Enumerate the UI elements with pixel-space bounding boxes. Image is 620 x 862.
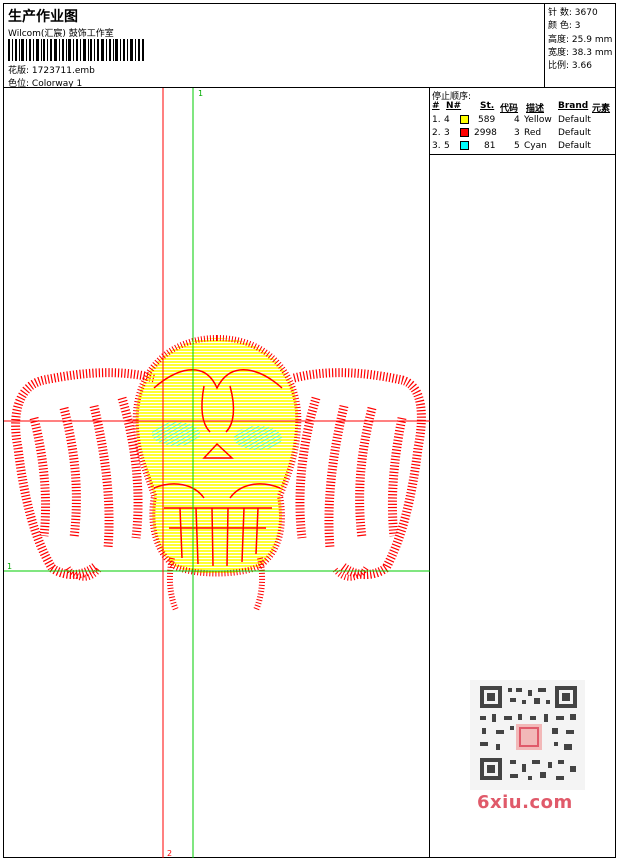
embroidery-preview: 1 1 2 <box>4 88 430 858</box>
col-header: Brand <box>558 101 589 111</box>
row-stitches: 2998 <box>474 128 497 138</box>
design-file: 花版: 1723711.emb <box>8 63 95 76</box>
right-eye <box>234 426 282 450</box>
col-header: N# <box>446 101 462 111</box>
stat-height: 高度: 25.9 mm <box>548 32 612 45</box>
row-needle: 5 <box>444 141 450 151</box>
col-header: 代码 <box>500 104 519 114</box>
row-code: 4 <box>514 115 520 125</box>
stat-value: 3670 <box>574 8 598 18</box>
design-label: 花版: <box>8 66 30 76</box>
row-stitches: 589 <box>478 115 496 125</box>
color-swatch-yellow <box>460 115 469 124</box>
guide-label-bottom: 2 <box>167 849 172 858</box>
left-wing <box>11 368 156 579</box>
table-header: # N# St. 代码 描述 Brand 元素 <box>432 101 615 114</box>
company-name: Wilcom(汇宸) 鼓饰工作室 <box>8 29 114 39</box>
row-desc: Cyan <box>524 141 547 151</box>
row-needle: 3 <box>444 128 450 138</box>
row-num: 3. <box>432 141 441 151</box>
guide-label-top: 1 <box>198 89 203 98</box>
table-row: 1. 4 589 4 Yellow Default <box>432 115 615 127</box>
stat-label: 针 数: <box>548 8 572 18</box>
stop-sequence-table: 停止顺序: # N# St. 代码 描述 Brand 元素 1. 4 589 4… <box>430 88 615 155</box>
table-row: 2. 3 2998 3 Red Default <box>432 128 615 140</box>
stat-width: 宽度: 38.3 mm <box>548 45 612 58</box>
row-needle: 4 <box>444 115 450 125</box>
stat-label: 高度: <box>548 35 570 45</box>
stat-value: 3.66 <box>571 61 592 71</box>
stat-stitches: 针 数: 3670 <box>548 5 598 18</box>
col-header: 元素 <box>592 104 611 114</box>
stats-panel: 针 数: 3670 颜 色: 3 高度: 25.9 mm 宽度: 38.3 mm… <box>545 4 615 88</box>
barcode <box>8 39 144 61</box>
col-header: 描述 <box>526 104 545 114</box>
stat-colors: 颜 色: 3 <box>548 18 581 31</box>
design-canvas: 1 1 2 <box>4 88 430 858</box>
row-num: 2. <box>432 128 441 138</box>
color-swatch-red <box>460 128 469 137</box>
stat-label: 比例: <box>548 61 570 71</box>
row-stitches: 81 <box>484 141 496 151</box>
stat-value: 38.3 mm <box>571 48 613 58</box>
row-code: 3 <box>514 128 520 138</box>
row-num: 1. <box>432 115 441 125</box>
stat-label: 颜 色: <box>548 21 572 31</box>
row-desc: Yellow <box>524 115 552 125</box>
stat-scale: 比例: 3.66 <box>548 58 592 71</box>
page-title: 生产作业图 <box>8 9 78 25</box>
skull-fill <box>132 334 302 577</box>
row-brand: Default <box>558 115 591 125</box>
row-brand: Default <box>558 141 591 151</box>
right-wing <box>292 368 426 579</box>
row-code: 5 <box>514 141 520 151</box>
design-value: 1723711.emb <box>31 66 95 76</box>
qr-code-watermark <box>470 680 585 790</box>
row-brand: Default <box>558 128 591 138</box>
stat-label: 宽度: <box>548 48 570 58</box>
table-row: 3. 5 81 5 Cyan Default <box>432 141 615 153</box>
color-swatch-cyan <box>460 141 469 150</box>
guide-label-left: 1 <box>7 562 12 571</box>
stat-value: 25.9 mm <box>571 35 613 45</box>
row-desc: Red <box>524 128 542 138</box>
col-header: St. <box>480 101 495 111</box>
stat-value: 3 <box>574 21 581 31</box>
header-panel: 生产作业图 Wilcom(汇宸) 鼓饰工作室 花版: 1723711.emb 色… <box>4 4 545 89</box>
col-header: # <box>432 101 440 111</box>
watermark-text: 6xiu.com <box>477 792 573 813</box>
